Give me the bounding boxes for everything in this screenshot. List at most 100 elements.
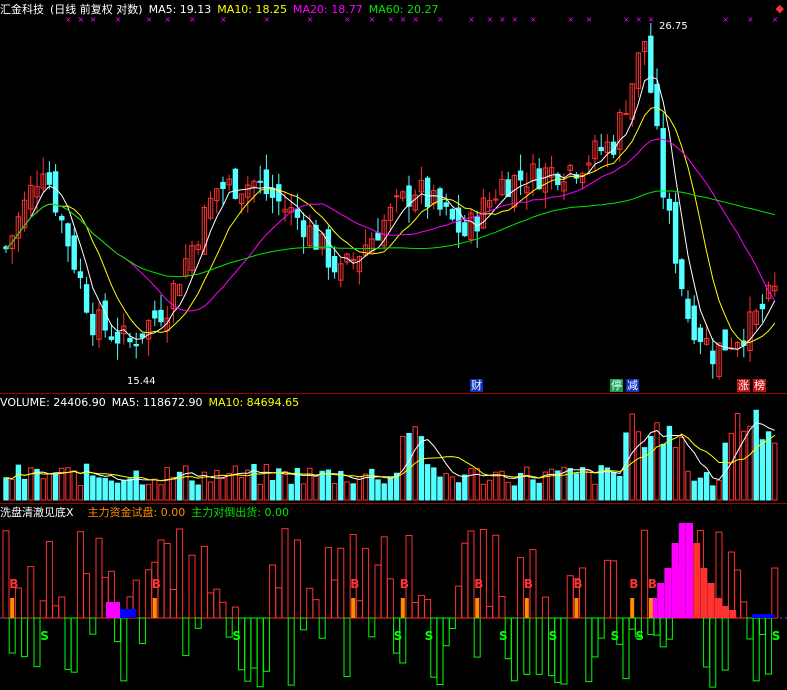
legend-vol-ma5: MA5: 118672.90 bbox=[111, 396, 203, 409]
sell-signal-marker: S bbox=[425, 629, 434, 643]
top-marker-icon: × bbox=[567, 15, 574, 24]
volume-bar bbox=[232, 465, 239, 501]
indicator-down-bar bbox=[368, 617, 376, 638]
indicator-up-bar bbox=[566, 575, 574, 619]
indicator-down-bar bbox=[64, 617, 72, 670]
sell-signal-marker: S bbox=[635, 629, 644, 643]
candle-body bbox=[679, 259, 685, 290]
indicator-up-bar bbox=[610, 560, 618, 619]
main-force-bar bbox=[686, 523, 693, 618]
volume-bar bbox=[685, 470, 691, 501]
candle-body bbox=[691, 305, 697, 341]
panel-divider-volume-indicator bbox=[0, 503, 787, 504]
candle-body bbox=[685, 298, 691, 319]
candle-body bbox=[269, 187, 276, 198]
indicator-down-bar bbox=[430, 617, 438, 678]
volume-bar bbox=[77, 485, 84, 501]
indicator-down-bar bbox=[752, 617, 760, 682]
legend-ma60: MA60: 20.27 bbox=[368, 3, 439, 16]
indicator-up-bar bbox=[76, 531, 84, 619]
volume-bar bbox=[121, 479, 127, 501]
volume-bar bbox=[356, 476, 363, 501]
indicator-down-bar bbox=[33, 617, 41, 668]
volume-bar bbox=[418, 436, 425, 501]
volume-chart bbox=[3, 409, 778, 501]
volume-bar bbox=[573, 473, 580, 501]
indicator-down-bar bbox=[591, 617, 599, 658]
event-tag-reduce[interactable]: 减 bbox=[626, 379, 639, 392]
candle-body bbox=[654, 84, 660, 127]
indicator-up-bar bbox=[541, 596, 549, 619]
indicator-down-bar bbox=[194, 617, 202, 629]
buy-signal-marker: B bbox=[629, 577, 638, 591]
indicator-down-bar bbox=[659, 617, 667, 648]
buy-signal-marker: B bbox=[648, 577, 657, 591]
indicator-down-bar bbox=[114, 617, 122, 643]
volume-bar bbox=[486, 479, 493, 501]
indicator-up-bar bbox=[169, 589, 177, 619]
test-signal-bar bbox=[10, 598, 15, 618]
indicator-down-bar bbox=[653, 617, 661, 636]
candle-body bbox=[65, 223, 71, 247]
indicator-up-bar bbox=[386, 578, 394, 619]
volume-bar bbox=[300, 483, 307, 501]
indicator-down-bar bbox=[585, 617, 593, 683]
volume-bar bbox=[505, 481, 511, 501]
indicator-up-bar bbox=[293, 539, 301, 619]
indicator-down-bar bbox=[709, 617, 717, 688]
indicator-up-bar bbox=[486, 605, 494, 619]
event-tag-suspend[interactable]: 停 bbox=[610, 379, 623, 392]
indicator-up-bar bbox=[58, 596, 66, 619]
candle-body bbox=[462, 222, 468, 237]
volume-bar bbox=[195, 484, 201, 501]
volume-bar bbox=[3, 477, 9, 501]
volume-bar bbox=[468, 467, 474, 501]
indicator-up-bar bbox=[517, 557, 525, 619]
event-tag-finance[interactable]: 财 bbox=[470, 379, 483, 392]
top-marker-icon: × bbox=[530, 15, 537, 24]
chart-mode: (日线 前复权 对数) bbox=[50, 3, 143, 16]
candle-body bbox=[294, 208, 301, 218]
main-force-bar bbox=[722, 606, 729, 618]
volume-bar bbox=[536, 482, 542, 501]
event-tag-limit[interactable]: 涨 bbox=[737, 379, 750, 392]
indicator-down-bar bbox=[8, 617, 16, 654]
indicator-down-bar bbox=[448, 617, 456, 629]
volume-bar bbox=[747, 425, 753, 501]
indicator-up-bar bbox=[380, 536, 388, 619]
scroll-arrow-icon[interactable]: ◆ bbox=[775, 2, 785, 15]
indicator-down-bar bbox=[548, 617, 556, 677]
volume-bar bbox=[226, 473, 232, 501]
event-tag-rank[interactable]: 榜 bbox=[753, 379, 766, 392]
candle-body bbox=[114, 331, 121, 344]
candle-body bbox=[623, 113, 629, 116]
legend-ma20: MA20: 18.77 bbox=[293, 3, 363, 16]
buy-signal-marker: B bbox=[9, 577, 18, 591]
volume-bar bbox=[9, 478, 15, 501]
volume-bar bbox=[635, 431, 642, 501]
indicator-up-bar bbox=[740, 601, 748, 619]
volume-bar bbox=[480, 483, 487, 501]
main-force-bar bbox=[120, 609, 136, 618]
volume-bar bbox=[381, 483, 387, 501]
volume-bar bbox=[648, 436, 654, 501]
indicator-up-bar bbox=[355, 600, 363, 619]
volume-bar bbox=[83, 463, 90, 501]
indicator-down-bar bbox=[21, 617, 29, 658]
volume-bar bbox=[269, 480, 276, 501]
sell-signal-marker: S bbox=[772, 629, 781, 643]
indicator-up-bar bbox=[83, 573, 91, 619]
candle-body bbox=[710, 350, 716, 365]
legend-ma5: MA5: 19.13 bbox=[148, 3, 212, 16]
volume-bar bbox=[170, 476, 177, 501]
indicator-up-bar bbox=[2, 530, 10, 619]
indicator-down-bar bbox=[442, 617, 450, 647]
indicator-up-bar bbox=[163, 542, 171, 619]
volume-bar bbox=[455, 482, 462, 501]
volume-bar bbox=[251, 463, 257, 501]
volume-bar bbox=[71, 470, 77, 501]
indicator-down-bar bbox=[597, 617, 605, 639]
volume-bar bbox=[282, 471, 288, 501]
indicator-down-bar bbox=[138, 617, 146, 645]
indicator-up-bar bbox=[641, 529, 649, 619]
